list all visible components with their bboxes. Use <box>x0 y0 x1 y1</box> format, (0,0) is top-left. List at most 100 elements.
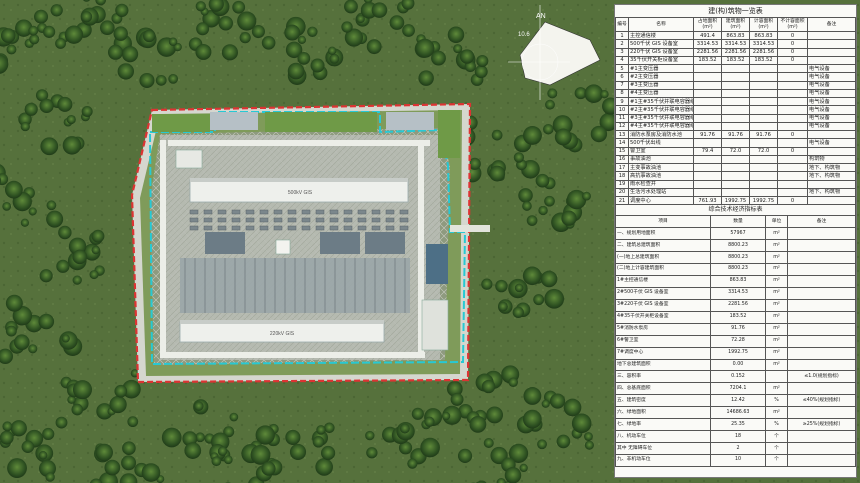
table-cell: 14686.63 <box>710 406 766 420</box>
switchgear-unit <box>231 209 241 215</box>
table-cell: m² <box>765 310 788 324</box>
tree <box>476 55 489 68</box>
table-cell: 2281.56 <box>710 298 766 312</box>
table-cell: m² <box>765 263 788 276</box>
switchgear-unit <box>315 209 325 215</box>
table-cell: 6#警卫室 <box>615 334 711 348</box>
table-cell: 六、绿地面积 <box>615 406 711 420</box>
tree <box>327 46 337 56</box>
table-cell <box>777 63 808 74</box>
table-cell <box>787 454 856 467</box>
table-cell: #4主变压器 <box>628 88 694 99</box>
building-list-table: 编号 名称 占地面积 (m²) 建筑面积 (m²) 计容面积 (m²) 不计容面积 (m²… <box>615 17 856 206</box>
table-cell <box>777 179 808 189</box>
tree <box>34 9 49 24</box>
tree <box>194 401 204 411</box>
building-label-220: 220kV GIS <box>270 331 295 337</box>
tree <box>21 440 35 454</box>
table-row: 11 #3主#35千伏并联电容器组 电气设备 <box>615 113 856 123</box>
tree <box>2 421 13 432</box>
table-row: 三、容积率 0.152 ≤1.0(规划指标) <box>615 370 856 384</box>
tree <box>504 467 522 483</box>
tree <box>600 90 609 99</box>
tree <box>289 443 307 461</box>
table-cell: 25.35 <box>710 418 766 432</box>
table-cell: 8800.23 <box>710 239 766 253</box>
table-cell: 4 <box>615 55 629 66</box>
tree <box>371 2 388 18</box>
table-cell: #2主变压器 <box>628 72 694 82</box>
tree <box>38 313 55 330</box>
table-cell: 电气设备 <box>807 80 856 90</box>
table-cell <box>787 239 856 253</box>
switchgear-unit <box>231 225 241 231</box>
table-row: 7 #3主变压器 电气设备 <box>615 80 856 90</box>
tree <box>229 412 239 422</box>
table-row: 其中 无障碍车位 2 个 <box>615 442 856 455</box>
table-cell <box>749 113 778 123</box>
tree <box>5 294 23 312</box>
table-cell: 11 <box>615 113 629 123</box>
table-cell <box>721 63 750 74</box>
table-cell: 18 <box>710 430 766 444</box>
table-cell: 761.93 <box>693 195 722 206</box>
table-cell: 7 <box>615 80 629 90</box>
table-cell: 0 <box>777 55 808 66</box>
table-cell: 3314.53 <box>693 39 722 49</box>
tree <box>453 44 463 54</box>
tree <box>122 441 136 456</box>
tree <box>481 379 496 394</box>
table-cell: m² <box>765 358 788 372</box>
table-cell: #2主#35千伏并联电容器组 <box>628 105 694 115</box>
tree <box>297 52 311 65</box>
table-row: 八、机动车位 18 个 <box>615 430 856 444</box>
table-cell: 1992.75 <box>749 195 778 206</box>
table-cell: 12.42 <box>710 394 766 408</box>
tree <box>95 443 113 462</box>
table-cell: 3314.53 <box>749 39 778 49</box>
tree <box>261 35 276 50</box>
table-row: (二)地上计容建筑面积 8800.23 m² <box>615 263 856 276</box>
tree <box>415 38 435 58</box>
table-cell: 个 <box>765 442 788 455</box>
table-cell: 0 <box>777 146 808 156</box>
table-cell: 地下总建筑面积 <box>615 358 711 372</box>
table-cell: #4主#35千伏并联电容器组 <box>628 121 694 132</box>
tree <box>57 96 73 112</box>
table-cell: 1992.75 <box>710 346 766 360</box>
t1-header-5: 不计容面积 (m²) <box>777 17 808 32</box>
table-cell: m² <box>765 286 788 300</box>
table-cell: 构筑物 <box>807 154 856 165</box>
table-cell: 1#主控通信楼 <box>615 274 711 288</box>
table-cell: ≥25%(规划指标) <box>787 418 856 432</box>
switchgear-unit <box>385 209 395 215</box>
table-row: (一)地上总建筑面积 8800.23 m² <box>615 251 856 264</box>
table-cell: 2 <box>615 39 629 49</box>
tree <box>540 270 558 288</box>
table-cell: 事故油池 <box>628 154 694 165</box>
tree <box>341 21 353 33</box>
switchgear-unit <box>245 217 255 223</box>
table-cell <box>693 63 722 74</box>
table-cell <box>721 154 750 165</box>
tree <box>42 427 55 441</box>
table-cell: 9 <box>615 96 629 107</box>
table-cell: 一、规划用地面积 <box>615 227 711 241</box>
tree <box>80 11 93 23</box>
tree <box>523 387 542 405</box>
tree <box>407 458 418 469</box>
switchgear-unit <box>273 217 283 223</box>
table-cell <box>807 55 856 66</box>
table-cell <box>749 88 778 99</box>
tree <box>72 249 88 265</box>
table-cell <box>787 310 856 324</box>
tree <box>223 455 233 465</box>
switchgear-unit <box>399 225 409 231</box>
tree <box>297 35 307 44</box>
table-cell <box>787 286 856 300</box>
table-cell <box>721 96 750 107</box>
table-cell <box>787 406 856 420</box>
table-cell: 地下、构筑物 <box>807 162 856 173</box>
table-cell: 生活污水处理站 <box>628 187 694 198</box>
tree <box>399 423 410 434</box>
